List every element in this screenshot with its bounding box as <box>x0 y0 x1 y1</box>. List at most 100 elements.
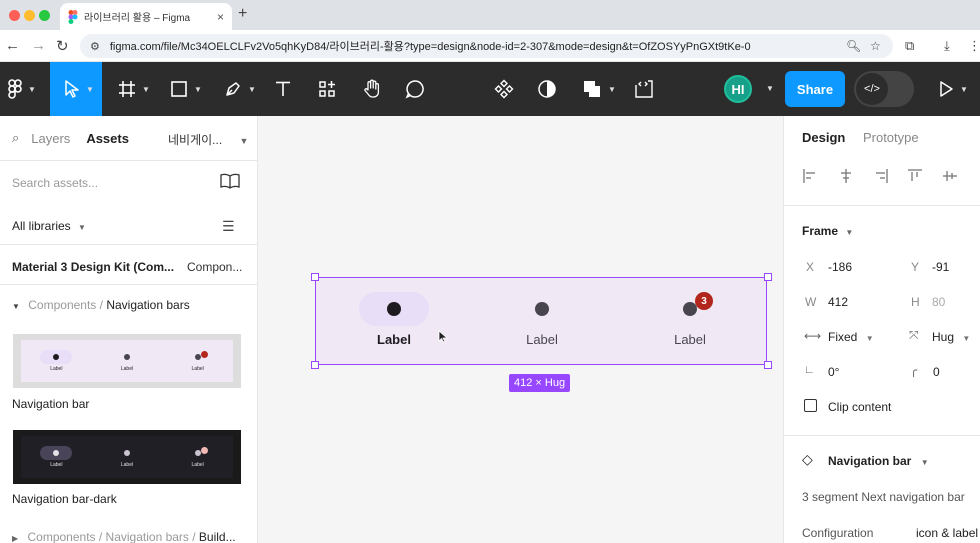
avatar-chevron-down-icon[interactable]: ▼ <box>766 84 774 93</box>
size-badge: 412 × Hug <box>509 374 571 392</box>
nav-item-1[interactable]: Label <box>344 292 444 347</box>
notification-badge: 3 <box>695 292 713 310</box>
search-assets-input[interactable]: Search assets... <box>12 176 98 190</box>
chevron-down-icon: ▼ <box>962 334 971 343</box>
configuration-select[interactable]: icon & label <box>916 526 978 540</box>
pen-tool-button[interactable]: ▼ <box>218 62 262 116</box>
component-instance-select[interactable]: Navigation bar ▼ <box>828 454 929 468</box>
frame-tool-button[interactable]: ▼ <box>112 62 156 116</box>
text-tool-button[interactable] <box>270 62 300 116</box>
indicator <box>507 292 577 326</box>
canvas[interactable]: Label Label 3 Label 412 × Hug <box>258 116 783 543</box>
frame-title: Frame <box>802 224 839 238</box>
thumbnail-nav: Label Label Label <box>21 340 233 382</box>
maximize-window-button[interactable] <box>39 10 50 21</box>
align-center-v-icon[interactable] <box>942 168 958 184</box>
browser-tab[interactable]: 라이브러리 활용 – Figma × <box>60 3 232 30</box>
section-header[interactable]: ▶ Components / Navigation bars / Build..… <box>12 530 236 543</box>
reload-icon[interactable]: ↻ <box>56 37 69 55</box>
component-tool-button[interactable] <box>494 62 524 116</box>
frame-section-header[interactable]: Frame ▼ <box>802 224 853 238</box>
close-window-button[interactable] <box>9 10 20 21</box>
back-icon[interactable]: ← <box>5 37 20 54</box>
hand-tool-button[interactable] <box>358 62 388 116</box>
width-mode-select[interactable]: Fixed ▼ <box>828 330 874 344</box>
dev-mode-toggle[interactable]: </> <box>854 71 914 107</box>
rotation-input[interactable]: 0° <box>828 365 839 379</box>
extensions-icon[interactable]: ⧉ <box>905 38 914 54</box>
search-icon[interactable]: ⌕ <box>12 130 19 146</box>
h-input[interactable]: 80 <box>932 295 945 309</box>
menu-icon[interactable]: ⋮ <box>968 38 980 54</box>
libraries-filter[interactable]: All libraries ▼ <box>12 219 86 233</box>
new-tab-button[interactable]: + <box>238 5 247 23</box>
w-input[interactable]: 412 <box>828 295 848 309</box>
text-icon <box>276 81 290 96</box>
corner-radius-input[interactable]: 0 <box>933 365 940 379</box>
indicator: 3 <box>655 292 725 326</box>
thumb-item: Label <box>111 446 143 468</box>
user-avatar[interactable]: HI <box>724 75 752 103</box>
figma-toolbar: ▼ ▼ ▼ ▼ ▼ ▼ HI ▼ Share </> ▼ <box>0 62 980 116</box>
share-button[interactable]: Share <box>785 71 845 107</box>
address-bar[interactable]: ⚙ figma.com/file/Mc34OELCLFv2Vo5qhKyD84/… <box>80 34 893 58</box>
component-thumbnail-dark[interactable]: Label Label Label <box>13 430 241 484</box>
component-description: 3 segment Next navigation bar <box>802 490 965 504</box>
section-header[interactable]: ▼ Components / Navigation bars <box>12 298 190 312</box>
minimize-window-button[interactable] <box>24 10 35 21</box>
left-panel: ⌕ Layers Assets 네비게이... ▼ Search assets.… <box>0 116 258 543</box>
zoom-icon[interactable]: 🔍︎ <box>846 39 861 53</box>
page-selector[interactable]: 네비게이... ▼ <box>168 131 248 148</box>
height-mode-value: Hug <box>932 330 955 344</box>
contrast-icon <box>538 80 556 98</box>
selected-frame-navigation-bar[interactable]: Label Label 3 Label <box>315 277 767 365</box>
list-view-icon[interactable]: ☰ <box>222 218 235 235</box>
download-icon[interactable]: ⤓ <box>944 38 950 54</box>
bookmark-star-icon[interactable]: ☆ <box>870 39 881 53</box>
move-tool-button[interactable]: ▼ <box>50 62 102 116</box>
resize-handle-top-right[interactable] <box>764 273 772 281</box>
resize-handle-top-left[interactable] <box>311 273 319 281</box>
book-icon[interactable] <box>220 173 240 192</box>
component-thumbnail-light[interactable]: Label Label Label <box>13 334 241 388</box>
resize-handle-bottom-right[interactable] <box>764 361 772 369</box>
height-mode-select[interactable]: Hug ▼ <box>932 330 970 344</box>
align-right-icon[interactable] <box>873 168 889 184</box>
y-input[interactable]: -91 <box>932 260 949 274</box>
tab-prototype[interactable]: Prototype <box>863 130 919 145</box>
tab-assets[interactable]: Assets <box>86 131 129 146</box>
component-name: Navigation bar-dark <box>12 492 117 506</box>
main-menu-button[interactable]: ▼ <box>0 62 50 116</box>
configuration-label: Configuration <box>802 526 874 540</box>
comment-tool-button[interactable] <box>402 62 432 116</box>
mask-tool-button[interactable] <box>537 62 567 116</box>
resize-handle-bottom-left[interactable] <box>311 361 319 369</box>
comment-icon <box>405 80 424 99</box>
boolean-tool-button[interactable]: ▼ <box>582 62 622 116</box>
align-top-icon[interactable] <box>907 168 923 184</box>
hand-icon <box>364 79 380 98</box>
shape-tool-button[interactable]: ▼ <box>164 62 208 116</box>
x-input[interactable]: -186 <box>828 260 852 274</box>
nav-item-2[interactable]: Label <box>492 292 592 347</box>
active-indicator <box>359 292 429 326</box>
resources-tool-button[interactable] <box>314 62 344 116</box>
nav-label: Label <box>377 332 411 347</box>
play-icon <box>940 81 953 97</box>
library-type: Compon... <box>187 260 243 274</box>
divider <box>0 284 258 285</box>
site-info-icon[interactable]: ⚙ <box>90 40 100 53</box>
close-tab-icon[interactable]: × <box>217 10 224 24</box>
tab-design[interactable]: Design <box>802 130 845 145</box>
library-row[interactable]: Material 3 Design Kit (Com... Compon... <box>12 260 248 274</box>
align-center-h-icon[interactable] <box>838 168 854 184</box>
crop-tool-button[interactable] <box>634 62 664 116</box>
forward-icon[interactable]: → <box>31 37 46 54</box>
align-left-icon[interactable] <box>802 168 818 184</box>
tab-layers[interactable]: Layers <box>31 131 70 146</box>
clip-content-checkbox[interactable] <box>804 399 817 412</box>
nav-item-3[interactable]: 3 Label <box>640 292 740 347</box>
chevron-down-icon: ▼ <box>865 334 874 343</box>
present-button[interactable]: ▼ <box>938 62 980 116</box>
tab-title: 라이브러리 활용 – Figma <box>84 13 191 24</box>
